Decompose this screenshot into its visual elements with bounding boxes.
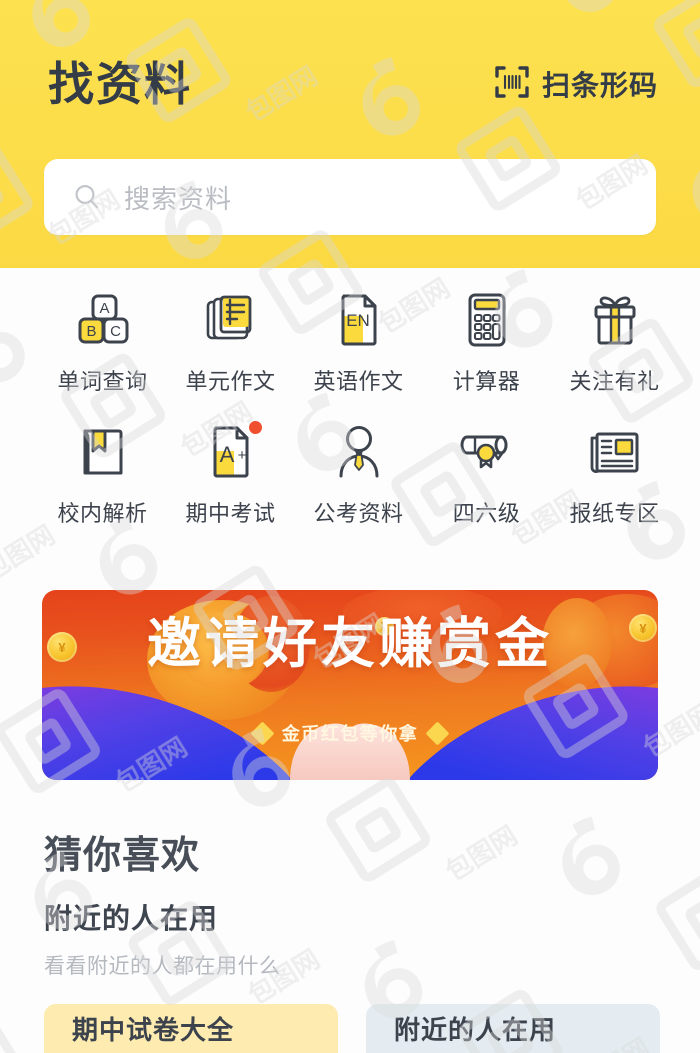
diamond-icon-left: [250, 720, 275, 746]
barcode-scan-icon: [493, 65, 531, 104]
bookmark-book-icon: [71, 420, 135, 484]
grid-item-midterm-exam[interactable]: A + 期中考试: [168, 416, 293, 548]
section-title-guess-you-like: 猜你喜欢: [44, 835, 201, 877]
grid-item-civil-exam-material[interactable]: 公考资料: [296, 416, 421, 548]
grid-item-cet[interactable]: 四六级: [424, 416, 549, 548]
grid-item-label: 报纸专区: [569, 501, 660, 526]
banner-subtitle: 金币红包等你拿: [281, 724, 419, 744]
invite-friends-banner[interactable]: ¥ ¥ ¥ 邀请好友赚赏金 金币红包等你拿: [42, 590, 658, 780]
recommend-card-row: 期中试卷大全 附近的人在用: [44, 1004, 660, 1053]
calculator-icon: [455, 288, 519, 352]
stacked-papers-icon: [199, 288, 263, 352]
banner-title: 邀请好友赚赏金: [147, 612, 553, 675]
search-placeholder: 搜索资料: [124, 183, 233, 214]
grid-item-label: 四六级: [452, 501, 521, 526]
recommend-card-midterm[interactable]: 期中试卷大全: [44, 1004, 338, 1053]
scan-barcode-button[interactable]: 扫条形码: [493, 64, 658, 104]
grid-item-newspaper-zone[interactable]: 报纸专区: [552, 416, 677, 548]
svg-text:C: C: [110, 323, 121, 340]
grid-item-label: 计算器: [452, 369, 521, 394]
search-icon: [72, 182, 102, 212]
grid-item-label: 关注有礼: [569, 369, 660, 394]
subsection-title-nearby: 附近的人在用: [44, 903, 219, 934]
quick-entry-grid: A B C 单词查询 单元作文 EN 英语作文 计算器 关注有礼 校内解析 A …: [0, 284, 700, 548]
svg-text:B: B: [86, 323, 96, 340]
a-plus-paper-icon: A +: [199, 420, 263, 484]
abc-blocks-icon: A B C: [71, 288, 135, 352]
grid-item-unit-essay[interactable]: 单元作文: [168, 284, 293, 416]
grid-item-follow-gift[interactable]: 关注有礼: [552, 284, 677, 416]
grid-item-calculator[interactable]: 计算器: [424, 284, 549, 416]
grid-item-label: 期中考试: [185, 501, 276, 526]
newspaper-icon: [583, 420, 647, 484]
banner-subtitle-row: 金币红包等你拿: [42, 720, 658, 746]
en-document-icon: EN: [327, 288, 391, 352]
header: 找资料 扫条形码 搜索资料: [0, 0, 700, 268]
diploma-seal-icon: [455, 420, 519, 484]
svg-text:EN: EN: [346, 311, 370, 330]
grid-item-label: 单元作文: [185, 369, 276, 394]
header-top-row: 找资料 扫条形码: [0, 46, 700, 122]
card-label: 期中试卷大全: [72, 1015, 235, 1045]
grid-item-english-essay[interactable]: EN 英语作文: [296, 284, 421, 416]
grid-item-label: 校内解析: [57, 501, 148, 526]
svg-text:A: A: [219, 442, 234, 467]
page-title: 找资料: [48, 58, 192, 110]
diamond-icon-right: [425, 720, 450, 746]
grid-item-label: 公考资料: [313, 501, 404, 526]
grid-item-school-analysis[interactable]: 校内解析: [40, 416, 165, 548]
recommend-card-nearby[interactable]: 附近的人在用: [366, 1004, 660, 1053]
card-label: 附近的人在用: [394, 1015, 557, 1045]
person-necktie-icon: [327, 420, 391, 484]
search-input[interactable]: 搜索资料: [44, 159, 656, 235]
grid-item-word-lookup[interactable]: A B C 单词查询: [40, 284, 165, 416]
notification-badge-dot: [248, 421, 262, 434]
grid-item-label: 英语作文: [313, 369, 404, 394]
svg-text:+: +: [237, 447, 246, 464]
gift-box-icon: [583, 288, 647, 352]
grid-item-label: 单词查询: [57, 369, 148, 394]
scan-barcode-label: 扫条形码: [541, 70, 658, 101]
svg-text:A: A: [99, 300, 109, 317]
app-screen: 找资料 扫条形码 搜索资料 A B C 单词查询 单元作文 EN 英语作文 计算…: [0, 0, 700, 1053]
subsection-desc-nearby: 看看附近的人都在用什么: [44, 955, 281, 978]
